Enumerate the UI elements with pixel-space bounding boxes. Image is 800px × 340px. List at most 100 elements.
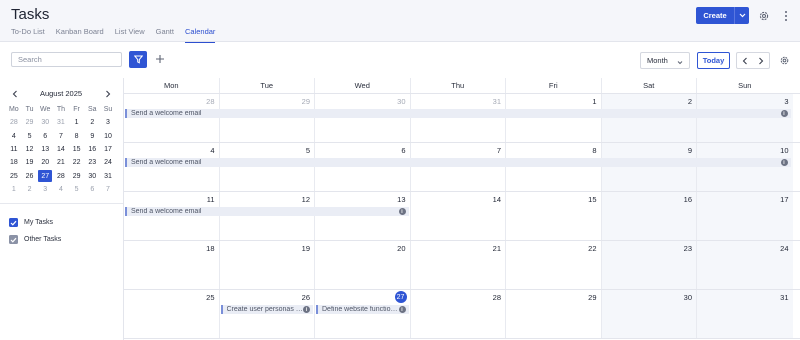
gear-icon[interactable] [757,9,770,22]
mini-day[interactable]: 17 [100,143,116,156]
mini-day[interactable]: 4 [53,183,69,196]
day-cell[interactable]: 2 [601,94,697,142]
tab-kanban-board[interactable]: Kanban Board [56,27,104,43]
mini-day[interactable]: 19 [22,156,38,169]
mini-day[interactable]: 30 [37,116,53,129]
mini-day[interactable]: 20 [37,156,53,169]
day-cell[interactable]: 10 [697,143,793,191]
mini-day[interactable]: 6 [37,130,53,143]
filter-button[interactable] [129,51,147,68]
mini-day[interactable]: 25 [6,169,22,182]
today-button[interactable]: Today [697,52,730,69]
day-cell[interactable]: 1 [506,94,602,142]
day-cell[interactable]: 12 [220,192,315,240]
day-cell[interactable]: 16 [601,192,697,240]
chevron-left-icon[interactable] [737,53,753,68]
day-cell[interactable]: 26 [220,290,315,338]
calendar-event[interactable]: Create user personas a... i [220,305,313,314]
mini-day[interactable]: 23 [84,156,100,169]
info-icon[interactable]: i [398,208,406,215]
day-cell[interactable]: 21 [411,241,506,289]
mini-day[interactable]: 5 [22,130,38,143]
day-cell[interactable]: 9 [601,143,697,191]
mini-day[interactable]: 2 [22,183,38,196]
mini-day[interactable]: 11 [6,143,22,156]
chevron-right-icon[interactable] [103,89,113,99]
day-cell[interactable]: 31 [697,290,793,338]
tab-to-do-list[interactable]: To-Do List [11,27,45,43]
day-cell[interactable]: 29 [506,290,602,338]
day-cell[interactable]: 6 [315,143,411,191]
info-icon[interactable]: i [780,159,788,166]
day-cell[interactable]: 23 [601,241,697,289]
day-cell[interactable]: 30 [315,94,411,142]
day-cell[interactable]: 19 [220,241,315,289]
day-cell[interactable]: 4 [124,143,220,191]
mini-day-today[interactable]: 27 [37,169,53,183]
chevron-right-icon[interactable] [753,53,769,68]
mini-day[interactable]: 14 [53,143,69,156]
day-cell[interactable]: 27 [315,290,411,338]
create-button[interactable]: Create [696,7,749,24]
mini-day[interactable]: 8 [69,130,85,143]
day-cell[interactable]: 15 [506,192,602,240]
info-icon[interactable]: i [398,306,406,313]
mini-day[interactable]: 28 [53,169,69,182]
checkbox-checked-icon[interactable] [9,235,18,244]
day-cell[interactable]: 28 [411,290,506,338]
calendar-event[interactable]: Send a welcome email i [125,158,791,167]
mini-day[interactable]: 31 [53,116,69,129]
day-cell[interactable]: 5 [220,143,315,191]
mini-day[interactable]: 31 [100,169,116,182]
mini-day[interactable]: 9 [84,130,100,143]
info-icon[interactable]: i [303,306,310,313]
mini-day[interactable]: 2 [84,116,100,129]
day-cell[interactable]: 11 [124,192,220,240]
search-input[interactable] [11,52,122,67]
day-cell[interactable]: 29 [220,94,315,142]
mini-day[interactable]: 24 [100,156,116,169]
mini-day[interactable]: 28 [6,116,22,129]
calendar-toggle-my-tasks[interactable]: My Tasks [9,217,53,228]
mini-day[interactable]: 6 [84,183,100,196]
mini-day[interactable]: 13 [37,143,53,156]
mini-day[interactable]: 1 [6,183,22,196]
mini-day[interactable]: 4 [6,130,22,143]
calendar-event[interactable]: Send a welcome email i [125,109,791,118]
add-task-button[interactable] [153,53,166,66]
day-cell[interactable]: 24 [697,241,793,289]
mini-day[interactable]: 15 [69,143,85,156]
calendar-event[interactable]: Define website function... i [316,305,409,314]
day-cell[interactable]: 30 [601,290,697,338]
day-cell[interactable]: 22 [506,241,602,289]
view-mode-select[interactable]: Month [640,52,690,69]
day-cell[interactable]: 17 [697,192,793,240]
chevron-down-icon[interactable] [734,7,749,24]
mini-day[interactable]: 16 [84,143,100,156]
info-icon[interactable]: i [780,110,788,117]
calendar-toggle-other-tasks[interactable]: Other Tasks [9,234,61,245]
mini-day[interactable]: 26 [22,169,38,182]
mini-day[interactable]: 7 [53,130,69,143]
tab-calendar[interactable]: Calendar [184,27,216,43]
calendar-event[interactable]: Send a welcome email i [125,207,409,216]
mini-day[interactable]: 30 [84,169,100,182]
day-cell[interactable]: 18 [124,241,220,289]
calendar-settings-icon[interactable] [778,54,790,66]
day-cell[interactable]: 8 [506,143,602,191]
mini-day[interactable]: 21 [53,156,69,169]
day-cell[interactable]: 13 [315,192,411,240]
tab-list-view[interactable]: List View [115,27,145,43]
checkbox-checked-icon[interactable] [9,218,18,227]
tab-gantt[interactable]: Gantt [156,27,174,43]
mini-day[interactable]: 3 [100,116,116,129]
mini-day[interactable]: 7 [100,183,116,196]
mini-day[interactable]: 3 [37,183,53,196]
mini-day[interactable]: 1 [69,116,85,129]
day-cell[interactable]: 20 [315,241,411,289]
mini-day[interactable]: 29 [69,169,85,182]
mini-day[interactable]: 10 [100,130,116,143]
day-cell[interactable]: 28 [124,94,220,142]
day-cell[interactable]: 7 [411,143,506,191]
mini-day[interactable]: 12 [22,143,38,156]
